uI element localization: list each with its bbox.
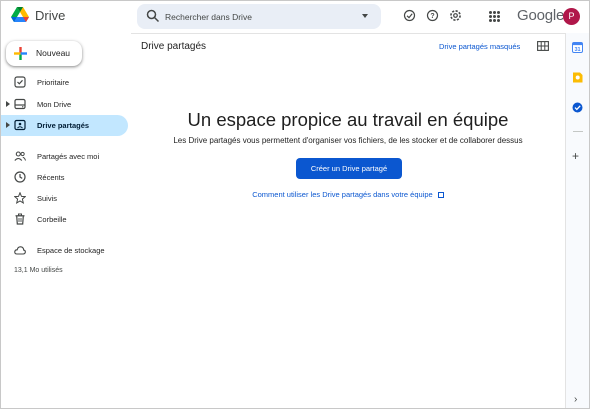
expand-arrow-icon[interactable] [6, 101, 10, 107]
tasks-icon[interactable] [572, 102, 583, 113]
clock-icon [14, 171, 26, 183]
sidebar-item-label: Partagés avec moi [37, 152, 100, 161]
app-name: Drive [35, 7, 66, 23]
empty-state-title: Un espace propice au travail en équipe [187, 109, 509, 130]
sidebar-item-recent[interactable]: Récents [1, 167, 128, 188]
empty-state-description: Les Drive partagés vous permettent d'org… [173, 136, 523, 145]
star-icon [14, 192, 26, 204]
apps-grid-icon[interactable] [489, 11, 500, 22]
search-input[interactable] [165, 8, 345, 25]
rail-divider [573, 131, 583, 132]
sidebar-item-label: Espace de stockage [37, 246, 105, 255]
plus-icon [14, 47, 27, 60]
search-icon[interactable] [146, 9, 160, 23]
top-bar: Drive ? Google P [1, 1, 589, 33]
open-in-new-icon [437, 192, 444, 199]
settings-gear-icon[interactable] [449, 9, 462, 22]
drive-brand[interactable]: Drive [11, 7, 65, 23]
chevron-right-icon[interactable]: › [574, 395, 577, 405]
search-bar[interactable] [137, 4, 381, 29]
keep-icon[interactable] [572, 72, 583, 83]
sidebar-item-label: Corbeille [37, 215, 67, 224]
sidebar-item-my-drive[interactable]: Mon Drive [1, 94, 128, 115]
sidebar-item-storage[interactable]: Espace de stockage [1, 240, 128, 261]
cloud-icon [14, 246, 26, 255]
sidebar-item-trash[interactable]: Corbeille [1, 209, 128, 230]
new-button-label: Nouveau [36, 48, 71, 58]
hidden-shared-drives-link[interactable]: Drive partagés masqués [439, 42, 520, 51]
people-icon [14, 151, 26, 161]
grid-view-icon[interactable] [537, 41, 549, 51]
priority-checkbox-icon [14, 76, 26, 88]
sidebar-item-shared-with-me[interactable]: Partagés avec moi [1, 146, 128, 167]
sidebar-item-label: Prioritaire [37, 78, 70, 87]
sidebar-item-shared-drives[interactable]: Drive partagés [1, 115, 128, 136]
my-drive-icon [14, 98, 26, 110]
create-shared-drive-button[interactable]: Créer un Drive partagé [296, 158, 402, 179]
sidebar-item-label: Suivis [37, 194, 58, 203]
page-title: Drive partagés [141, 41, 207, 52]
storage-used-text: 13,1 Mo utilisés [14, 267, 63, 274]
offline-check-icon[interactable] [403, 9, 416, 22]
sidebar-item-label: Récents [37, 173, 65, 182]
help-icon[interactable]: ? [426, 9, 439, 22]
new-button[interactable]: Nouveau [6, 41, 82, 66]
svg-text:?: ? [430, 13, 434, 20]
help-link-label[interactable]: Comment utiliser les Drive partagés dans… [252, 190, 433, 199]
help-link[interactable]: Comment utiliser les Drive partagés dans… [131, 190, 565, 199]
sidebar-item-priority[interactable]: Prioritaire [1, 72, 128, 93]
add-addon-icon[interactable]: + [572, 150, 579, 162]
svg-text:31: 31 [574, 47, 580, 53]
search-options-chevron-down-icon[interactable] [362, 14, 368, 18]
sidebar-item-label: Drive partagés [37, 121, 90, 130]
expand-arrow-icon[interactable] [6, 122, 10, 128]
google-logo: Google [517, 7, 565, 24]
calendar-icon[interactable]: 31 [572, 42, 583, 53]
trash-icon [15, 213, 25, 225]
side-panel-rail [565, 33, 589, 408]
sidebar-item-starred[interactable]: Suivis [1, 188, 128, 209]
avatar[interactable]: P [563, 8, 580, 25]
shared-drives-icon [14, 119, 26, 131]
sidebar-item-label: Mon Drive [37, 100, 72, 109]
drive-logo-icon [11, 7, 29, 22]
header-divider [131, 33, 565, 34]
